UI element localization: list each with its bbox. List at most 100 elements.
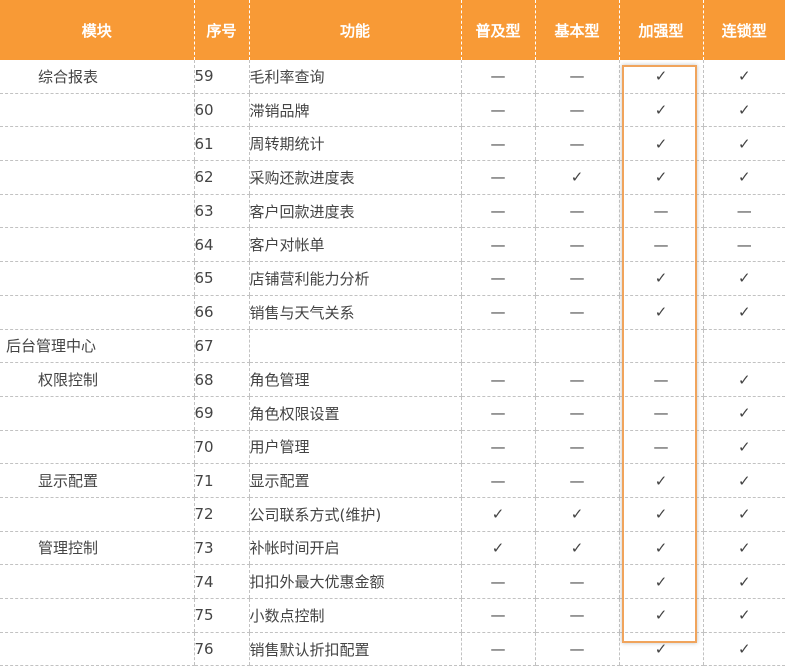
cell-basic: —: [534, 126, 619, 162]
cell-no: 59: [193, 60, 249, 94]
cell-basic: —: [534, 227, 619, 263]
cell-chain: [702, 329, 785, 364]
cell-function: [248, 329, 461, 364]
cell-enhanced: ✓: [618, 60, 703, 94]
cell-chain: ✓: [702, 60, 785, 94]
dash-icon: —: [490, 404, 506, 423]
check-icon: ✓: [491, 538, 505, 557]
cell-function: 角色管理: [248, 362, 461, 397]
table-row: 权限控制 68 角色管理 — — — ✓: [0, 362, 785, 397]
dash-icon: —: [569, 572, 585, 591]
dash-icon: —: [569, 101, 585, 120]
cell-no: 72: [193, 497, 249, 532]
dash-icon: —: [490, 303, 506, 322]
cell-chain: ✓: [702, 295, 785, 330]
check-icon: ✓: [737, 640, 751, 659]
dash-icon: —: [490, 606, 506, 625]
cell-chain: ✓: [702, 261, 785, 296]
cell-no: 76: [193, 632, 249, 666]
cell-function: 客户对帐单: [248, 227, 461, 263]
cell-chain: ✓: [702, 564, 785, 599]
cell-enhanced: —: [618, 194, 703, 229]
check-icon: ✓: [737, 101, 751, 120]
dash-icon: —: [569, 67, 585, 86]
cell-basic-popular: [460, 329, 535, 364]
table-row: 后台管理中心 67: [0, 329, 785, 364]
cell-module: [0, 497, 194, 532]
cell-no: 60: [193, 93, 249, 128]
dash-icon: —: [490, 640, 506, 659]
cell-basic-popular: —: [460, 598, 535, 633]
check-icon: ✓: [737, 404, 751, 423]
cell-chain: ✓: [702, 430, 785, 465]
cell-enhanced: ✓: [618, 93, 703, 128]
check-icon: ✓: [491, 505, 505, 524]
dash-icon: —: [569, 640, 585, 659]
check-icon: ✓: [654, 606, 668, 625]
check-icon: ✓: [654, 505, 668, 524]
header-basic-popular: 普及型: [460, 0, 535, 60]
cell-basic-popular: —: [460, 295, 535, 330]
cell-chain: ✓: [702, 93, 785, 128]
cell-chain: ✓: [702, 632, 785, 666]
dash-icon: —: [490, 134, 506, 153]
dash-icon: —: [490, 370, 506, 389]
cell-enhanced: ✓: [618, 497, 703, 532]
dash-icon: —: [490, 101, 506, 120]
cell-basic: —: [534, 463, 619, 498]
cell-no: 73: [193, 531, 249, 566]
cell-function: 滞销品牌: [248, 93, 461, 128]
cell-chain: ✓: [702, 463, 785, 498]
cell-basic: —: [534, 295, 619, 330]
cell-module: [0, 261, 194, 296]
cell-function: 销售与天气关系: [248, 295, 461, 330]
cell-function: 采购还款进度表: [248, 160, 461, 195]
cell-module: [0, 564, 194, 599]
dash-icon: —: [490, 269, 506, 288]
table-row: 69 角色权限设置 — — — ✓: [0, 396, 785, 431]
dash-icon: —: [736, 235, 752, 254]
check-icon: ✓: [654, 101, 668, 120]
dash-icon: —: [653, 235, 669, 254]
check-icon: ✓: [570, 538, 584, 557]
cell-chain: ✓: [702, 598, 785, 633]
check-icon: ✓: [654, 67, 668, 86]
table-row: 72 公司联系方式(维护) ✓ ✓ ✓ ✓: [0, 497, 785, 532]
dash-icon: —: [490, 471, 506, 490]
cell-chain: ✓: [702, 396, 785, 431]
cell-enhanced: ✓: [618, 295, 703, 330]
cell-module: [0, 430, 194, 465]
cell-module: [0, 160, 194, 195]
cell-enhanced: ✓: [618, 632, 703, 666]
check-icon: ✓: [737, 437, 751, 456]
table-row: 65 店铺营利能力分析 — — ✓ ✓: [0, 261, 785, 296]
cell-enhanced: ✓: [618, 463, 703, 498]
module-label: 显示配置: [38, 472, 99, 491]
header-function: 功能: [248, 0, 461, 60]
dash-icon: —: [569, 134, 585, 153]
cell-basic: ✓: [534, 160, 619, 195]
cell-no: 74: [193, 564, 249, 599]
cell-basic-popular: —: [460, 632, 535, 666]
cell-module: [0, 396, 194, 431]
table-row: 66 销售与天气关系 — — ✓ ✓: [0, 295, 785, 330]
cell-module: 综合报表: [0, 60, 194, 94]
dash-icon: —: [490, 572, 506, 591]
cell-enhanced: —: [618, 430, 703, 465]
cell-basic: ✓: [534, 531, 619, 566]
check-icon: ✓: [737, 606, 751, 625]
cell-function: 用户管理: [248, 430, 461, 465]
table-row: 60 滞销品牌 — — ✓ ✓: [0, 93, 785, 128]
table-row: 综合报表 59 毛利率查询 — — ✓ ✓: [0, 60, 785, 94]
cell-basic-popular: —: [460, 93, 535, 128]
cell-basic: —: [534, 93, 619, 128]
dash-icon: —: [569, 404, 585, 423]
cell-function: 补帐时间开启: [248, 531, 461, 566]
check-icon: ✓: [654, 572, 668, 591]
cell-function: 公司联系方式(维护): [248, 497, 461, 532]
cell-function: 毛利率查询: [248, 60, 461, 94]
cell-no: 66: [193, 295, 249, 330]
cell-module: [0, 126, 194, 162]
cell-enhanced: —: [618, 362, 703, 397]
cell-basic: —: [534, 60, 619, 94]
